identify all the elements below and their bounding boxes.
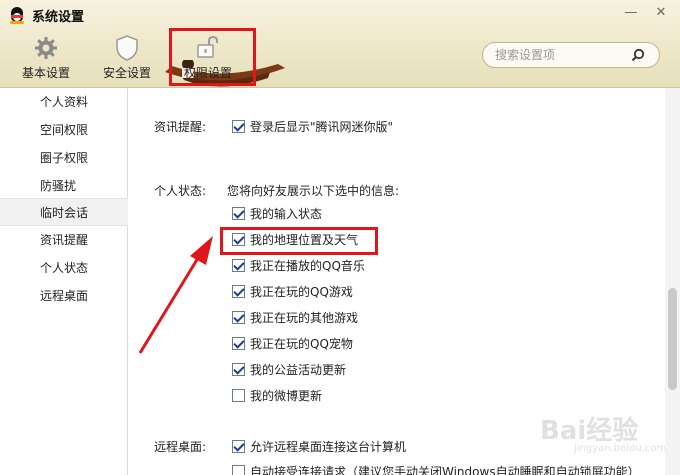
tab-highlight-annotation: [169, 28, 256, 86]
option-label: 我的公益活动更新: [250, 362, 347, 377]
search-icon[interactable]: [631, 48, 645, 62]
checkbox[interactable]: [232, 362, 245, 376]
close-button[interactable]: ✕: [650, 4, 672, 20]
option-label: 允许远程桌面连接这台计算机: [250, 439, 407, 454]
option-label: 我正在玩的其他游戏: [250, 310, 359, 325]
gear-icon: [31, 34, 61, 62]
sidebar-item-news[interactable]: 资讯提醒: [0, 226, 128, 254]
option-label: 登录后显示"腾讯网迷你版": [250, 119, 394, 134]
title-bar: 系统设置: [8, 5, 84, 25]
checkbox[interactable]: [232, 464, 245, 475]
minimize-button[interactable]: —: [620, 4, 642, 20]
status-option-othergame[interactable]: 我正在玩的其他游戏: [232, 308, 358, 326]
qq-penguin-icon: [8, 6, 26, 24]
status-description: 您将向好友展示以下选中的信息:: [227, 184, 400, 198]
news-option[interactable]: 登录后显示"腾讯网迷你版": [232, 117, 393, 135]
option-label: 我的微博更新: [250, 388, 323, 403]
status-option-charity[interactable]: 我的公益活动更新: [232, 360, 346, 378]
search-box: [482, 42, 660, 68]
sidebar-item-anti-harass[interactable]: 防骚扰: [0, 172, 128, 200]
window-title: 系统设置: [32, 9, 85, 25]
arrow-annotation-icon: [138, 236, 213, 354]
sidebar: 个人资料 空间权限 圈子权限 防骚扰 临时会话 资讯提醒 个人状态 远程桌面: [0, 88, 128, 475]
tab-label: 基本设置: [21, 66, 70, 80]
status-option-qqgame[interactable]: 我正在玩的QQ游戏: [232, 282, 353, 300]
tab-basic-settings[interactable]: 基本设置: [20, 34, 72, 84]
shield-icon: [112, 34, 142, 62]
checkbox[interactable]: [232, 388, 245, 402]
checkbox[interactable]: [232, 206, 245, 220]
remote-section-label: 远程桌面:: [154, 440, 207, 454]
tab-label: 安全设置: [102, 66, 151, 80]
checkbox[interactable]: [232, 119, 245, 133]
search-input[interactable]: [495, 48, 635, 62]
status-option-pet[interactable]: 我正在玩的QQ宠物: [232, 334, 353, 352]
status-option-weibo[interactable]: 我的微博更新: [232, 386, 322, 404]
watermark-sub: jingyan.baidu.com: [574, 443, 667, 454]
news-section-label: 资讯提醒:: [154, 120, 207, 134]
option-label: 我正在播放的QQ音乐: [250, 258, 365, 273]
option-label: 我正在玩的QQ宠物: [250, 336, 353, 351]
baidu-watermark: Bai经验 jingyan.baidu.com: [540, 410, 680, 470]
status-option-input[interactable]: 我的输入状态: [232, 204, 322, 222]
sidebar-item-remote[interactable]: 远程桌面: [0, 282, 128, 310]
sidebar-item-profile[interactable]: 个人资料: [0, 88, 128, 116]
sidebar-item-status[interactable]: 个人状态: [0, 254, 128, 282]
watermark-text: Bai经验: [540, 416, 639, 446]
option-highlight-annotation: [220, 227, 378, 255]
checkbox[interactable]: [232, 439, 245, 453]
status-section-label: 个人状态:: [154, 184, 207, 198]
remote-option-allow[interactable]: 允许远程桌面连接这台计算机: [232, 437, 406, 455]
status-option-music[interactable]: 我正在播放的QQ音乐: [232, 256, 365, 274]
sidebar-item-circle[interactable]: 圈子权限: [0, 144, 128, 172]
header: 系统设置 — ✕ 基本设置 安全设置 权限设置 搜索设置项: [0, 0, 680, 88]
tab-security-settings[interactable]: 安全设置: [100, 34, 154, 84]
option-label: 我的输入状态: [250, 206, 323, 221]
scrollbar-thumb[interactable]: [668, 288, 677, 390]
sidebar-item-temp-chat[interactable]: 临时会话: [0, 198, 128, 226]
option-label: 我正在玩的QQ游戏: [250, 284, 353, 299]
sidebar-item-space[interactable]: 空间权限: [0, 116, 128, 144]
